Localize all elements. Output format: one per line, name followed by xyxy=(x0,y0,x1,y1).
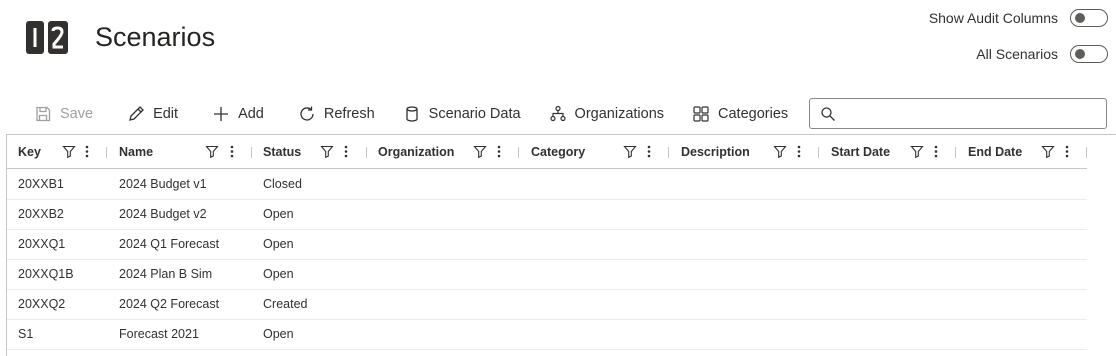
search-box[interactable] xyxy=(809,98,1107,129)
add-button[interactable]: Add xyxy=(200,98,276,130)
cell-name: 2024 Budget v1 xyxy=(119,177,207,191)
column-separator[interactable] xyxy=(668,147,669,158)
cell-name: 2024 Q2 Forecast xyxy=(119,297,220,311)
filter-icon[interactable] xyxy=(623,135,637,168)
show-audit-columns-toggle[interactable] xyxy=(1070,9,1108,27)
column-header-start-date[interactable]: Start Date xyxy=(831,135,961,168)
all-scenarios-toggle-row: All Scenarios xyxy=(976,45,1108,63)
cell-status: Created xyxy=(263,297,308,311)
cell-key: S1 xyxy=(18,327,34,341)
column-separator[interactable] xyxy=(955,147,956,158)
save-button[interactable]: Save xyxy=(22,98,105,130)
filter-icon[interactable] xyxy=(62,135,76,168)
database-icon xyxy=(406,106,418,122)
table-row[interactable]: 20XXB2 2024 Budget v2 Open xyxy=(7,199,1087,230)
column-header-description-label: Description xyxy=(681,144,750,159)
refresh-icon xyxy=(300,106,314,121)
cell-name: 2024 Budget v2 xyxy=(119,207,207,221)
column-header-key-label: Key xyxy=(18,144,41,159)
column-menu-icon[interactable] xyxy=(796,135,802,168)
column-menu-icon[interactable] xyxy=(343,135,349,168)
cell-key: 20XXB1 xyxy=(18,177,64,191)
column-header-end-date[interactable]: End Date xyxy=(968,135,1078,168)
cell-status: Open xyxy=(263,207,294,221)
column-header-start-date-label: Start Date xyxy=(831,144,891,159)
column-menu-icon[interactable] xyxy=(646,135,652,168)
filter-icon[interactable] xyxy=(205,135,219,168)
cell-key: 20XXQ1 xyxy=(18,237,66,251)
save-button-label: Save xyxy=(60,106,94,122)
table-row[interactable]: 20XXQ2 2024 Q2 Forecast Created xyxy=(7,289,1087,320)
column-header-status[interactable]: Status xyxy=(263,135,368,168)
column-menu-icon[interactable] xyxy=(1064,135,1070,168)
toolbar: Save Edit Add Refresh Scenario Data Orga… xyxy=(22,98,800,130)
cell-key: 20XXB2 xyxy=(18,207,64,221)
cell-key: 20XXQ2 xyxy=(18,297,66,311)
table-row[interactable]: 20XXB1 2024 Budget v1 Closed xyxy=(7,169,1087,200)
app-logo xyxy=(26,21,68,54)
cell-status: Open xyxy=(263,327,294,341)
organization-icon xyxy=(549,105,566,122)
cell-name: Forecast 2021 xyxy=(119,327,199,341)
search-icon xyxy=(821,107,835,121)
page-title: Scenarios xyxy=(95,22,216,52)
column-separator[interactable] xyxy=(106,147,107,158)
add-button-label: Add xyxy=(238,106,264,122)
cell-status: Closed xyxy=(263,177,302,191)
cell-name: 2024 Q1 Forecast xyxy=(119,237,220,251)
column-separator[interactable] xyxy=(818,147,819,158)
scenario-data-button[interactable]: Scenario Data xyxy=(391,98,533,130)
edit-icon xyxy=(129,106,144,121)
column-menu-icon[interactable] xyxy=(229,135,235,168)
column-menu-icon[interactable] xyxy=(933,135,939,168)
categories-icon xyxy=(693,106,709,122)
cell-key: 20XXQ1B xyxy=(18,267,74,281)
refresh-button[interactable]: Refresh xyxy=(286,98,387,130)
cell-status: Open xyxy=(263,267,294,281)
table-row[interactable]: S1 Forecast 2021 Open xyxy=(7,319,1087,350)
column-separator[interactable] xyxy=(366,147,367,158)
scenario-data-button-label: Scenario Data xyxy=(428,106,521,122)
column-separator[interactable] xyxy=(518,147,519,158)
column-header-status-label: Status xyxy=(263,144,302,159)
filter-icon[interactable] xyxy=(320,135,334,168)
filter-icon[interactable] xyxy=(910,135,924,168)
search-input[interactable] xyxy=(846,102,1100,126)
all-scenarios-toggle[interactable] xyxy=(1070,45,1108,63)
edit-button[interactable]: Edit xyxy=(115,98,190,130)
grid-header: Key Name Status Organization Category De… xyxy=(7,135,1087,169)
filter-icon[interactable] xyxy=(773,135,787,168)
column-separator[interactable] xyxy=(251,147,252,158)
plus-icon xyxy=(214,107,229,121)
column-header-name-label: Name xyxy=(119,144,154,159)
categories-button-label: Categories xyxy=(718,106,789,122)
scenarios-grid: Key Name Status Organization Category De… xyxy=(6,134,1116,356)
column-separator[interactable] xyxy=(1086,147,1087,158)
cell-status: Open xyxy=(263,237,294,251)
column-menu-icon[interactable] xyxy=(496,135,502,168)
categories-button[interactable]: Categories xyxy=(680,98,800,130)
organizations-button-label: Organizations xyxy=(574,106,665,122)
show-audit-columns-label: Show Audit Columns xyxy=(928,10,1058,26)
save-icon xyxy=(36,106,51,122)
filter-icon[interactable] xyxy=(473,135,487,168)
table-row[interactable]: 20XXQ1 2024 Q1 Forecast Open xyxy=(7,229,1087,260)
show-audit-columns-toggle-row: Show Audit Columns xyxy=(929,9,1108,27)
column-header-organization-label: Organization xyxy=(378,144,455,159)
filter-icon[interactable] xyxy=(1041,135,1055,168)
cell-name: 2024 Plan B Sim xyxy=(119,267,213,281)
table-row[interactable]: 20XXQ1B 2024 Plan B Sim Open xyxy=(7,259,1087,290)
organizations-button[interactable]: Organizations xyxy=(537,98,676,130)
column-menu-icon[interactable] xyxy=(84,135,90,168)
edit-button-label: Edit xyxy=(153,106,179,122)
column-header-name[interactable]: Name xyxy=(119,135,259,168)
all-scenarios-label: All Scenarios xyxy=(976,46,1058,62)
refresh-button-label: Refresh xyxy=(323,106,375,122)
column-header-end-date-label: End Date xyxy=(968,144,1023,159)
column-header-category-label: Category xyxy=(531,144,586,159)
